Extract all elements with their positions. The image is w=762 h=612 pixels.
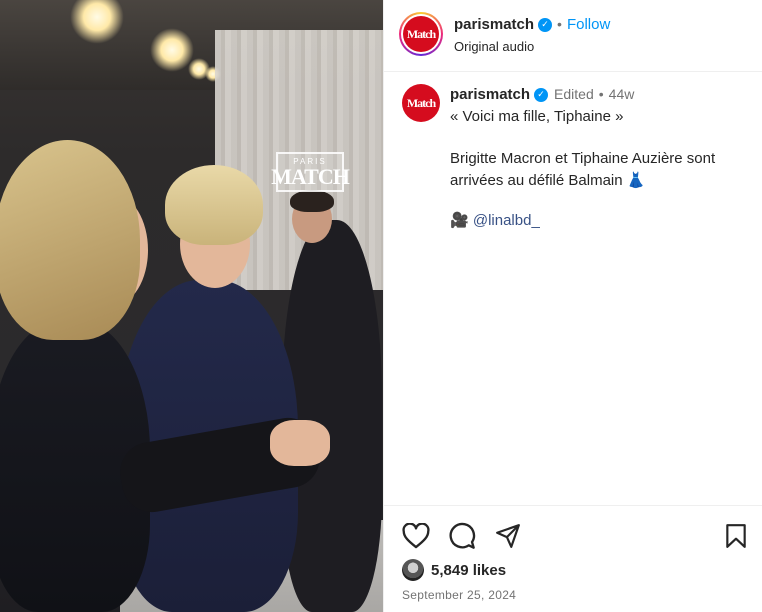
post-date[interactable]: September 25, 2024 (402, 588, 516, 602)
guest-hair (290, 190, 334, 212)
caption-body-line-2: arrivées au défilé Balmain 👗 (450, 172, 646, 189)
post-actions-bar: 5,849 likes September 25, 2024 (384, 505, 762, 612)
caption-author-avatar[interactable]: Match (402, 84, 440, 122)
audio-label[interactable]: Original audio (454, 39, 534, 54)
post-video[interactable]: PARIS MATCH (0, 0, 383, 612)
bookmark-icon[interactable] (724, 523, 748, 549)
watermark-main-text: MATCH (271, 163, 350, 189)
separator-dot: • (557, 16, 562, 32)
caption-body-line-1: Brigitte Macron et Tiphaine Auzière sont (450, 150, 716, 167)
post-side-panel: Match parismatch ✓ • Follow Original audio … (383, 0, 762, 612)
follow-button[interactable]: Follow (567, 16, 610, 33)
header-text: parismatch ✓ • Follow (454, 16, 610, 34)
paris-match-watermark: PARIS MATCH (271, 152, 350, 192)
edited-label: Edited (554, 86, 594, 102)
heart-icon[interactable] (402, 523, 430, 549)
post-time-ago[interactable]: 44w (609, 86, 635, 102)
verified-badge-icon: ✓ (538, 17, 553, 32)
caption-header: parismatch ✓ Edited • 44w (450, 86, 634, 104)
handshake-hands (270, 420, 330, 466)
credit-mention-link[interactable]: @linalbd_ (473, 212, 540, 229)
verified-badge-icon: ✓ (534, 87, 549, 102)
caption-credit: 🎥 @linalbd_ (450, 210, 540, 232)
woman-left-hair (0, 140, 140, 340)
video-camera-icon: 🎥 (450, 212, 469, 229)
post-header: Match parismatch ✓ • Follow Original audio (384, 0, 762, 72)
likes-row: 5,849 likes (402, 559, 506, 581)
separator-dot: • (598, 86, 604, 102)
paris-match-logo: Match (403, 16, 439, 52)
likes-count[interactable]: 5,849 likes (431, 562, 506, 579)
caption-username[interactable]: parismatch (450, 86, 530, 103)
comment-icon[interactable] (448, 522, 476, 550)
liker-avatar[interactable] (402, 559, 424, 581)
author-avatar[interactable]: Match (399, 12, 443, 56)
woman-center-hair (165, 165, 263, 245)
caption-quote: « Voici ma fille, Tiphaine » (450, 108, 624, 125)
share-icon[interactable] (495, 523, 521, 549)
author-username[interactable]: parismatch (454, 16, 534, 33)
